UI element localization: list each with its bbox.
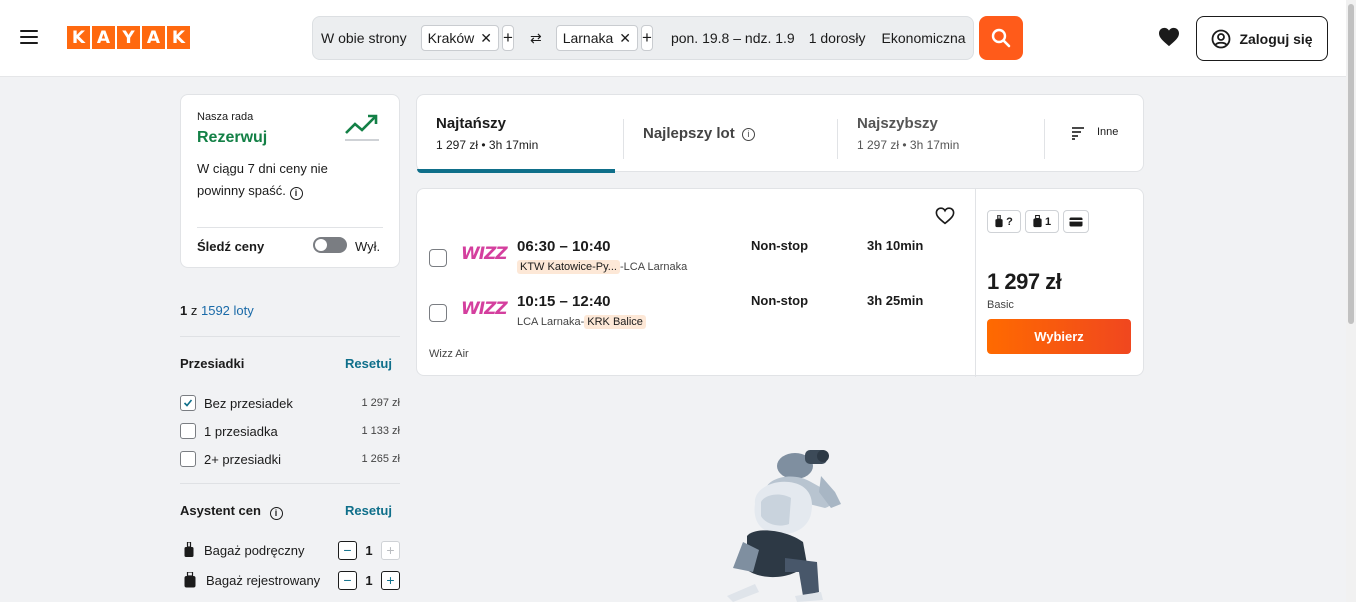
decrement-button[interactable]: − (338, 570, 357, 590)
cabin-field[interactable]: Ekonomiczna (874, 30, 974, 46)
scrollbar-thumb[interactable] (1348, 4, 1354, 324)
checked-bag-stepper: − 1 + (338, 570, 400, 590)
leg-times: 06:30 – 10:40 (517, 238, 611, 255)
destination-chip[interactable]: Larnaka ✕ (555, 25, 639, 51)
outbound-leg: WIZZ 06:30 – 10:40 KTW Katowice-Py... - LC… (429, 238, 969, 278)
save-heart-icon[interactable] (935, 207, 955, 230)
price: 1 297 zł (987, 269, 1062, 294)
leg-route: LCA Larnaka - KRK Balice (517, 315, 646, 329)
divider (180, 483, 400, 484)
checked-bag-row: Bagaż rejestrowany − 1 + (184, 570, 400, 590)
top-header: K A Y A K W obie strony Kraków ✕ + ⇄ Lar… (0, 0, 1346, 77)
tab-best[interactable]: Najlepszy lot i (624, 95, 836, 173)
fare-class: Basic (987, 299, 1014, 311)
stops-filter-title: Przesiadki (180, 356, 245, 371)
search-icon (991, 28, 1011, 48)
baggage-info[interactable]: ? 1 (987, 210, 1089, 233)
remove-destination-icon[interactable]: ✕ (619, 30, 631, 47)
sort-tabs: Najtańszy 1 297 zł • 3h 17min Najlepszy … (416, 94, 1145, 173)
login-button[interactable]: Zaloguj się (1196, 16, 1328, 61)
payment-badge (1063, 210, 1089, 233)
leg-checkbox[interactable] (429, 249, 447, 267)
assistant-reset-link[interactable]: Resetuj (345, 503, 392, 518)
active-tab-indicator (417, 169, 615, 173)
stops-reset-link[interactable]: Resetuj (345, 356, 392, 371)
return-leg: WIZZ 10:15 – 12:40 LCA Larnaka - KRK Balic… (429, 293, 969, 333)
decrement-button[interactable]: − (338, 540, 357, 560)
divider (197, 227, 383, 228)
swap-icon[interactable]: ⇄ (530, 30, 542, 47)
saved-trips-heart-icon[interactable] (1158, 27, 1180, 52)
info-icon[interactable]: i (289, 186, 303, 200)
leg-times: 10:15 – 12:40 (517, 293, 611, 310)
carry-on-bag-icon (184, 542, 194, 557)
total-results-link[interactable]: 1592 loty (201, 303, 254, 318)
tab-fastest[interactable]: Najszybszy 1 297 zł • 3h 17min (838, 95, 1044, 173)
toggle-state-label: Wył. (355, 239, 381, 254)
checked-bag-icon (184, 572, 196, 588)
checkbox[interactable] (180, 423, 196, 439)
add-destination-button[interactable]: + (641, 25, 653, 51)
checkbox-checked[interactable] (180, 395, 196, 411)
filter-1-stop[interactable]: 1 przesiadka 1 133 zł (180, 422, 400, 440)
info-icon[interactable]: i (269, 506, 283, 520)
user-icon (1212, 29, 1231, 48)
leg-checkbox[interactable] (429, 304, 447, 322)
filter-2plus-stops[interactable]: 2+ przesiadki 1 265 zł (180, 450, 400, 468)
checkmark-icon (183, 399, 193, 407)
carry-on-bag-row: Bagaż podręczny − 1 + (184, 540, 400, 560)
add-origin-button[interactable]: + (502, 25, 514, 51)
select-flight-button[interactable]: Wybierz (987, 319, 1131, 354)
trend-up-icon (345, 114, 379, 141)
kayak-logo[interactable]: K A Y A K (67, 26, 190, 49)
dates-field[interactable]: pon. 19.8 – ndz. 1.9 (663, 30, 803, 46)
sort-lines-icon (1072, 127, 1084, 140)
menu-icon[interactable] (20, 30, 38, 44)
checked-bag-icon (1033, 215, 1042, 228)
traveler-binoculars-illustration (727, 450, 841, 602)
travelers-field[interactable]: 1 dorosły (803, 30, 874, 46)
divider (975, 189, 976, 377)
leg-duration: 3h 25min (867, 293, 924, 308)
carry-on-bag-badge: ? (987, 210, 1021, 233)
filter-nonstop[interactable]: Bez przesiadek 1 297 zł (180, 394, 400, 412)
search-form: W obie strony Kraków ✕ + ⇄ Larnaka ✕ + p… (312, 16, 974, 60)
wizzair-logo: WIZZ (461, 299, 508, 319)
advice-kicker: Nasza rada (197, 111, 254, 123)
track-prices-label: Śledź ceny (197, 239, 265, 254)
operated-by: Wizz Air (429, 348, 469, 360)
leg-route: KTW Katowice-Py... - LCA Larnaka (517, 260, 687, 274)
credit-card-icon (1069, 217, 1083, 226)
flight-result-card[interactable]: WIZZ 06:30 – 10:40 KTW Katowice-Py... - LC… (416, 188, 1144, 377)
page-scrollbar[interactable] (1346, 0, 1356, 602)
trip-type-select[interactable]: W obie strony (313, 30, 415, 46)
price-advice-card: Nasza rada Rezerwuj W ciągu 7 dni ceny n… (180, 94, 400, 268)
checked-bag-badge: 1 (1025, 210, 1059, 233)
advice-verdict: Rezerwuj (197, 129, 268, 146)
advice-description: W ciągu 7 dni ceny nie powinny spaść. i (197, 161, 328, 200)
divider (180, 336, 400, 337)
wizzair-logo: WIZZ (461, 244, 508, 264)
carry-on-stepper: − 1 + (338, 540, 400, 560)
increment-button[interactable]: + (381, 540, 400, 560)
leg-stops: Non-stop (751, 238, 809, 253)
results-count: 1 z 1592 loty (180, 303, 254, 318)
track-prices-toggle[interactable] (313, 237, 347, 253)
leg-stops: Non-stop (751, 293, 809, 308)
increment-button[interactable]: + (381, 570, 400, 590)
tab-cheapest[interactable]: Najtańszy 1 297 zł • 3h 17min (417, 95, 615, 173)
origin-chip[interactable]: Kraków ✕ (420, 25, 500, 51)
search-button[interactable] (979, 16, 1023, 60)
origin-label: Kraków (427, 30, 475, 46)
tab-other-sort[interactable]: Inne (1045, 95, 1145, 173)
carry-on-bag-icon (995, 215, 1003, 228)
leg-duration: 3h 10min (867, 238, 924, 253)
checkbox[interactable] (180, 451, 196, 467)
remove-origin-icon[interactable]: ✕ (480, 30, 492, 47)
price-assistant-title: Asystent cen i (180, 503, 283, 520)
info-icon[interactable]: i (741, 127, 755, 141)
destination-label: Larnaka (562, 30, 614, 46)
